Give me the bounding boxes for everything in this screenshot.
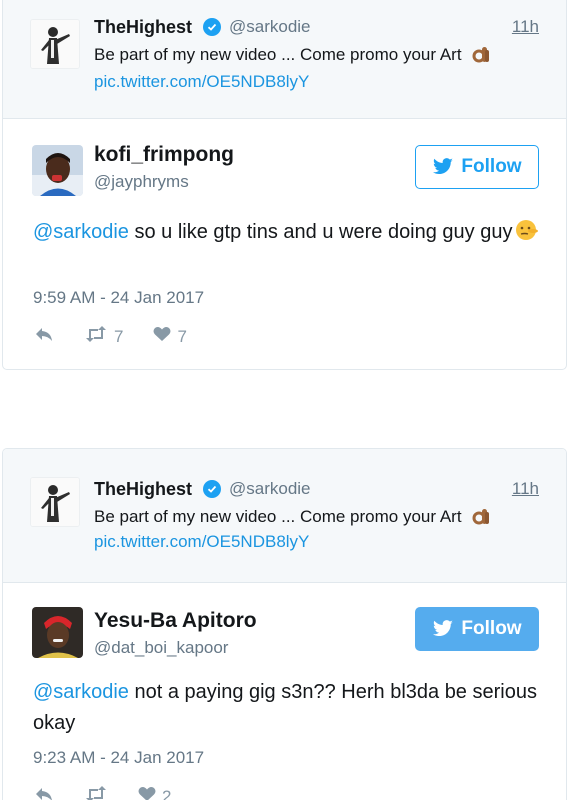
reply-author-handle[interactable]: @dat_boi_kapoor <box>94 638 228 658</box>
retweet-action[interactable] <box>84 786 108 800</box>
reply-author-handle[interactable]: @jayphryms <box>94 172 189 192</box>
reply-author-name[interactable]: kofi_frimpong <box>94 143 234 167</box>
quoted-author-handle[interactable]: @sarkodie <box>229 17 311 37</box>
reply-icon[interactable] <box>34 786 54 800</box>
heart-icon[interactable] <box>153 326 171 347</box>
quoted-media-link[interactable]: pic.twitter.com/OE5NDB8lyY <box>94 72 309 92</box>
retweet-count: 7 <box>114 326 124 346</box>
twitter-bird-icon <box>432 620 454 638</box>
follow-label: Follow <box>461 618 522 639</box>
lying-face-emoji-icon <box>514 218 539 242</box>
verified-badge-icon <box>203 480 221 498</box>
follow-button[interactable]: Follow <box>415 607 539 651</box>
quoted-timestamp[interactable]: 11h <box>512 479 539 499</box>
follow-label: Follow <box>461 156 522 177</box>
quoted-text: Be part of my new video ... Come promo y… <box>94 45 462 64</box>
reply-text-content: so u like gtp tins and u were doing guy … <box>128 221 513 243</box>
ok-hand-emoji-icon <box>470 506 492 528</box>
quoted-media-link[interactable]: pic.twitter.com/OE5NDB8lyY <box>94 532 309 552</box>
quoted-text-line: Be part of my new video ... Come promo y… <box>94 506 492 528</box>
reply-author-name[interactable]: Yesu-Ba Apitoro <box>94 609 257 633</box>
like-count: 2 <box>162 786 172 800</box>
like-action[interactable]: 2 <box>138 786 171 800</box>
quoted-avatar[interactable] <box>30 19 80 69</box>
verified-badge-icon <box>203 18 221 36</box>
quoted-author-handle[interactable]: @sarkodie <box>229 479 311 499</box>
quoted-author-name[interactable]: TheHighest <box>94 17 192 38</box>
reply-timestamp[interactable]: 9:59 AM - 24 Jan 2017 <box>33 288 204 308</box>
reply-avatar[interactable] <box>32 607 83 658</box>
retweet-action[interactable]: 7 <box>84 326 123 347</box>
mention-link[interactable]: @sarkodie <box>33 221 129 243</box>
quoted-avatar[interactable] <box>30 477 80 527</box>
tweet-actions: 2 <box>34 786 201 800</box>
quoted-author-name[interactable]: TheHighest <box>94 479 192 500</box>
reply-text: @sarkodie so u like gtp tins and u were … <box>33 217 543 248</box>
heart-icon[interactable] <box>138 786 156 800</box>
reply-text: @sarkodie not a paying gig s3n?? Herh bl… <box>33 677 543 739</box>
ok-hand-emoji-icon <box>470 44 492 66</box>
reply-icon[interactable] <box>34 326 54 347</box>
like-count: 7 <box>177 326 187 346</box>
quoted-timestamp[interactable]: 11h <box>512 17 539 37</box>
retweet-icon[interactable] <box>84 786 108 800</box>
quoted-text-line: Be part of my new video ... Come promo y… <box>94 44 492 66</box>
quoted-text: Be part of my new video ... Come promo y… <box>94 507 462 526</box>
reply-avatar[interactable] <box>32 145 83 196</box>
reply-action[interactable] <box>34 786 54 800</box>
like-action[interactable]: 7 <box>153 326 187 347</box>
quoted-tweet[interactable]: TheHighest @sarkodie 11h Be part of my n… <box>3 449 566 583</box>
tweet-card: TheHighest @sarkodie 11h Be part of my n… <box>2 0 567 370</box>
follow-button[interactable]: Follow <box>415 145 539 189</box>
reply-action[interactable] <box>34 326 54 347</box>
mention-link[interactable]: @sarkodie <box>33 681 129 703</box>
twitter-bird-icon <box>432 158 454 176</box>
reply-timestamp[interactable]: 9:23 AM - 24 Jan 2017 <box>33 748 204 768</box>
tweet-card: TheHighest @sarkodie 11h Be part of my n… <box>2 448 567 800</box>
tweet-actions: 7 7 <box>34 326 217 347</box>
retweet-icon[interactable] <box>84 326 108 347</box>
quoted-tweet[interactable]: TheHighest @sarkodie 11h Be part of my n… <box>3 0 566 119</box>
